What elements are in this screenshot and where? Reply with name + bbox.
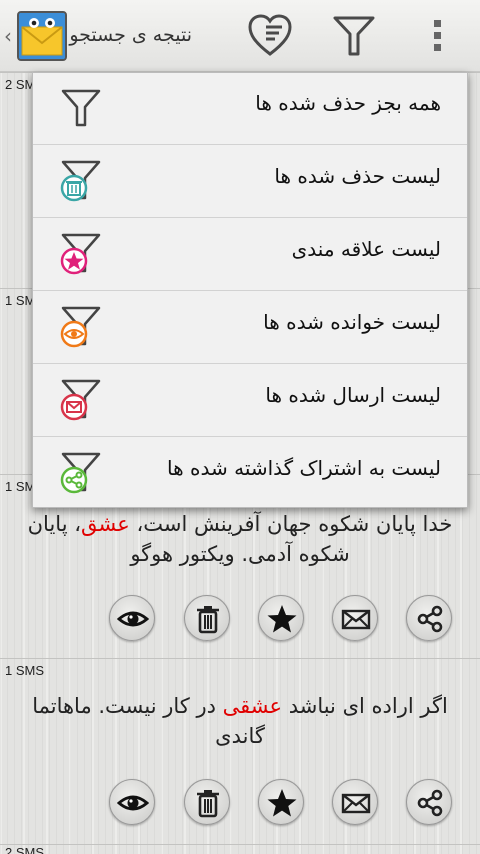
sms-card[interactable]: 2 SMS xyxy=(0,844,480,854)
menu-item-read-list[interactable]: لیست خوانده شده ها xyxy=(33,292,467,364)
menu-item-shared-list[interactable]: لیست به اشتراک گذاشته شده ها xyxy=(33,438,467,510)
filter-trash-icon xyxy=(57,158,105,206)
highlighted-word: عشق xyxy=(81,512,130,536)
sms-count-label: 2 SMS xyxy=(5,845,45,854)
menu-item-label: لیست به اشتراک گذاشته شده ها xyxy=(167,456,441,480)
menu-item-label: لیست ارسال شده ها xyxy=(265,383,441,407)
sms-text: اگر اراده ای نباشد عشقی در کار نیست. ماه… xyxy=(32,694,448,748)
filter-star-icon xyxy=(57,231,105,279)
share-button[interactable] xyxy=(406,595,452,641)
sms-count-label: 1 SMS xyxy=(5,663,45,678)
menu-item-all-except-deleted[interactable]: همه بجز حذف شده ها xyxy=(33,73,467,145)
menu-item-sent-list[interactable]: لیست ارسال شده ها xyxy=(33,365,467,437)
card-action-row xyxy=(0,595,480,651)
sms-text: خدا پایان شکوه جهان آفرینش است، عشق، پای… xyxy=(27,512,453,566)
share-button[interactable] xyxy=(406,779,452,825)
page-title: نتیجه ی جستجو xyxy=(69,24,192,46)
menu-item-label: لیست علاقه مندی xyxy=(291,237,441,261)
eye-button[interactable] xyxy=(109,779,155,825)
menu-item-deleted-list[interactable]: لیست حذف شده ها xyxy=(33,146,467,218)
app-envelope-icon[interactable] xyxy=(17,11,67,61)
filter-eye-icon xyxy=(57,304,105,352)
favorite-heart-filter-icon[interactable] xyxy=(244,10,296,62)
card-action-row xyxy=(0,779,480,835)
filter-dropdown-menu: همه بجز حذف شده ها لیست حذف شده ها لیست … xyxy=(32,72,468,508)
menu-item-favorites-list[interactable]: لیست علاقه مندی xyxy=(33,219,467,291)
filter-icon xyxy=(57,85,105,133)
filter-share-icon xyxy=(57,450,105,498)
message-button[interactable] xyxy=(332,595,378,641)
menu-item-label: لیست خوانده شده ها xyxy=(263,310,441,334)
star-button[interactable] xyxy=(258,779,304,825)
sms-card[interactable]: 1 SMS اگر اراده ای نباشد عشقی در کار نیس… xyxy=(0,658,480,844)
message-button[interactable] xyxy=(332,779,378,825)
delete-button[interactable] xyxy=(184,595,230,641)
overflow-menu-icon[interactable] xyxy=(420,10,472,62)
menu-item-label: همه بجز حذف شده ها xyxy=(255,91,441,115)
chevron-left-icon[interactable]: ‹ xyxy=(4,24,18,48)
highlighted-word: عشقی xyxy=(222,694,283,718)
action-bar: ‹ نتیجه ی جستجو xyxy=(0,0,480,72)
menu-item-label: لیست حذف شده ها xyxy=(274,164,441,188)
star-button[interactable] xyxy=(258,595,304,641)
filter-envelope-icon xyxy=(57,377,105,425)
delete-button[interactable] xyxy=(184,779,230,825)
eye-button[interactable] xyxy=(109,595,155,641)
filter-icon[interactable] xyxy=(328,10,380,62)
